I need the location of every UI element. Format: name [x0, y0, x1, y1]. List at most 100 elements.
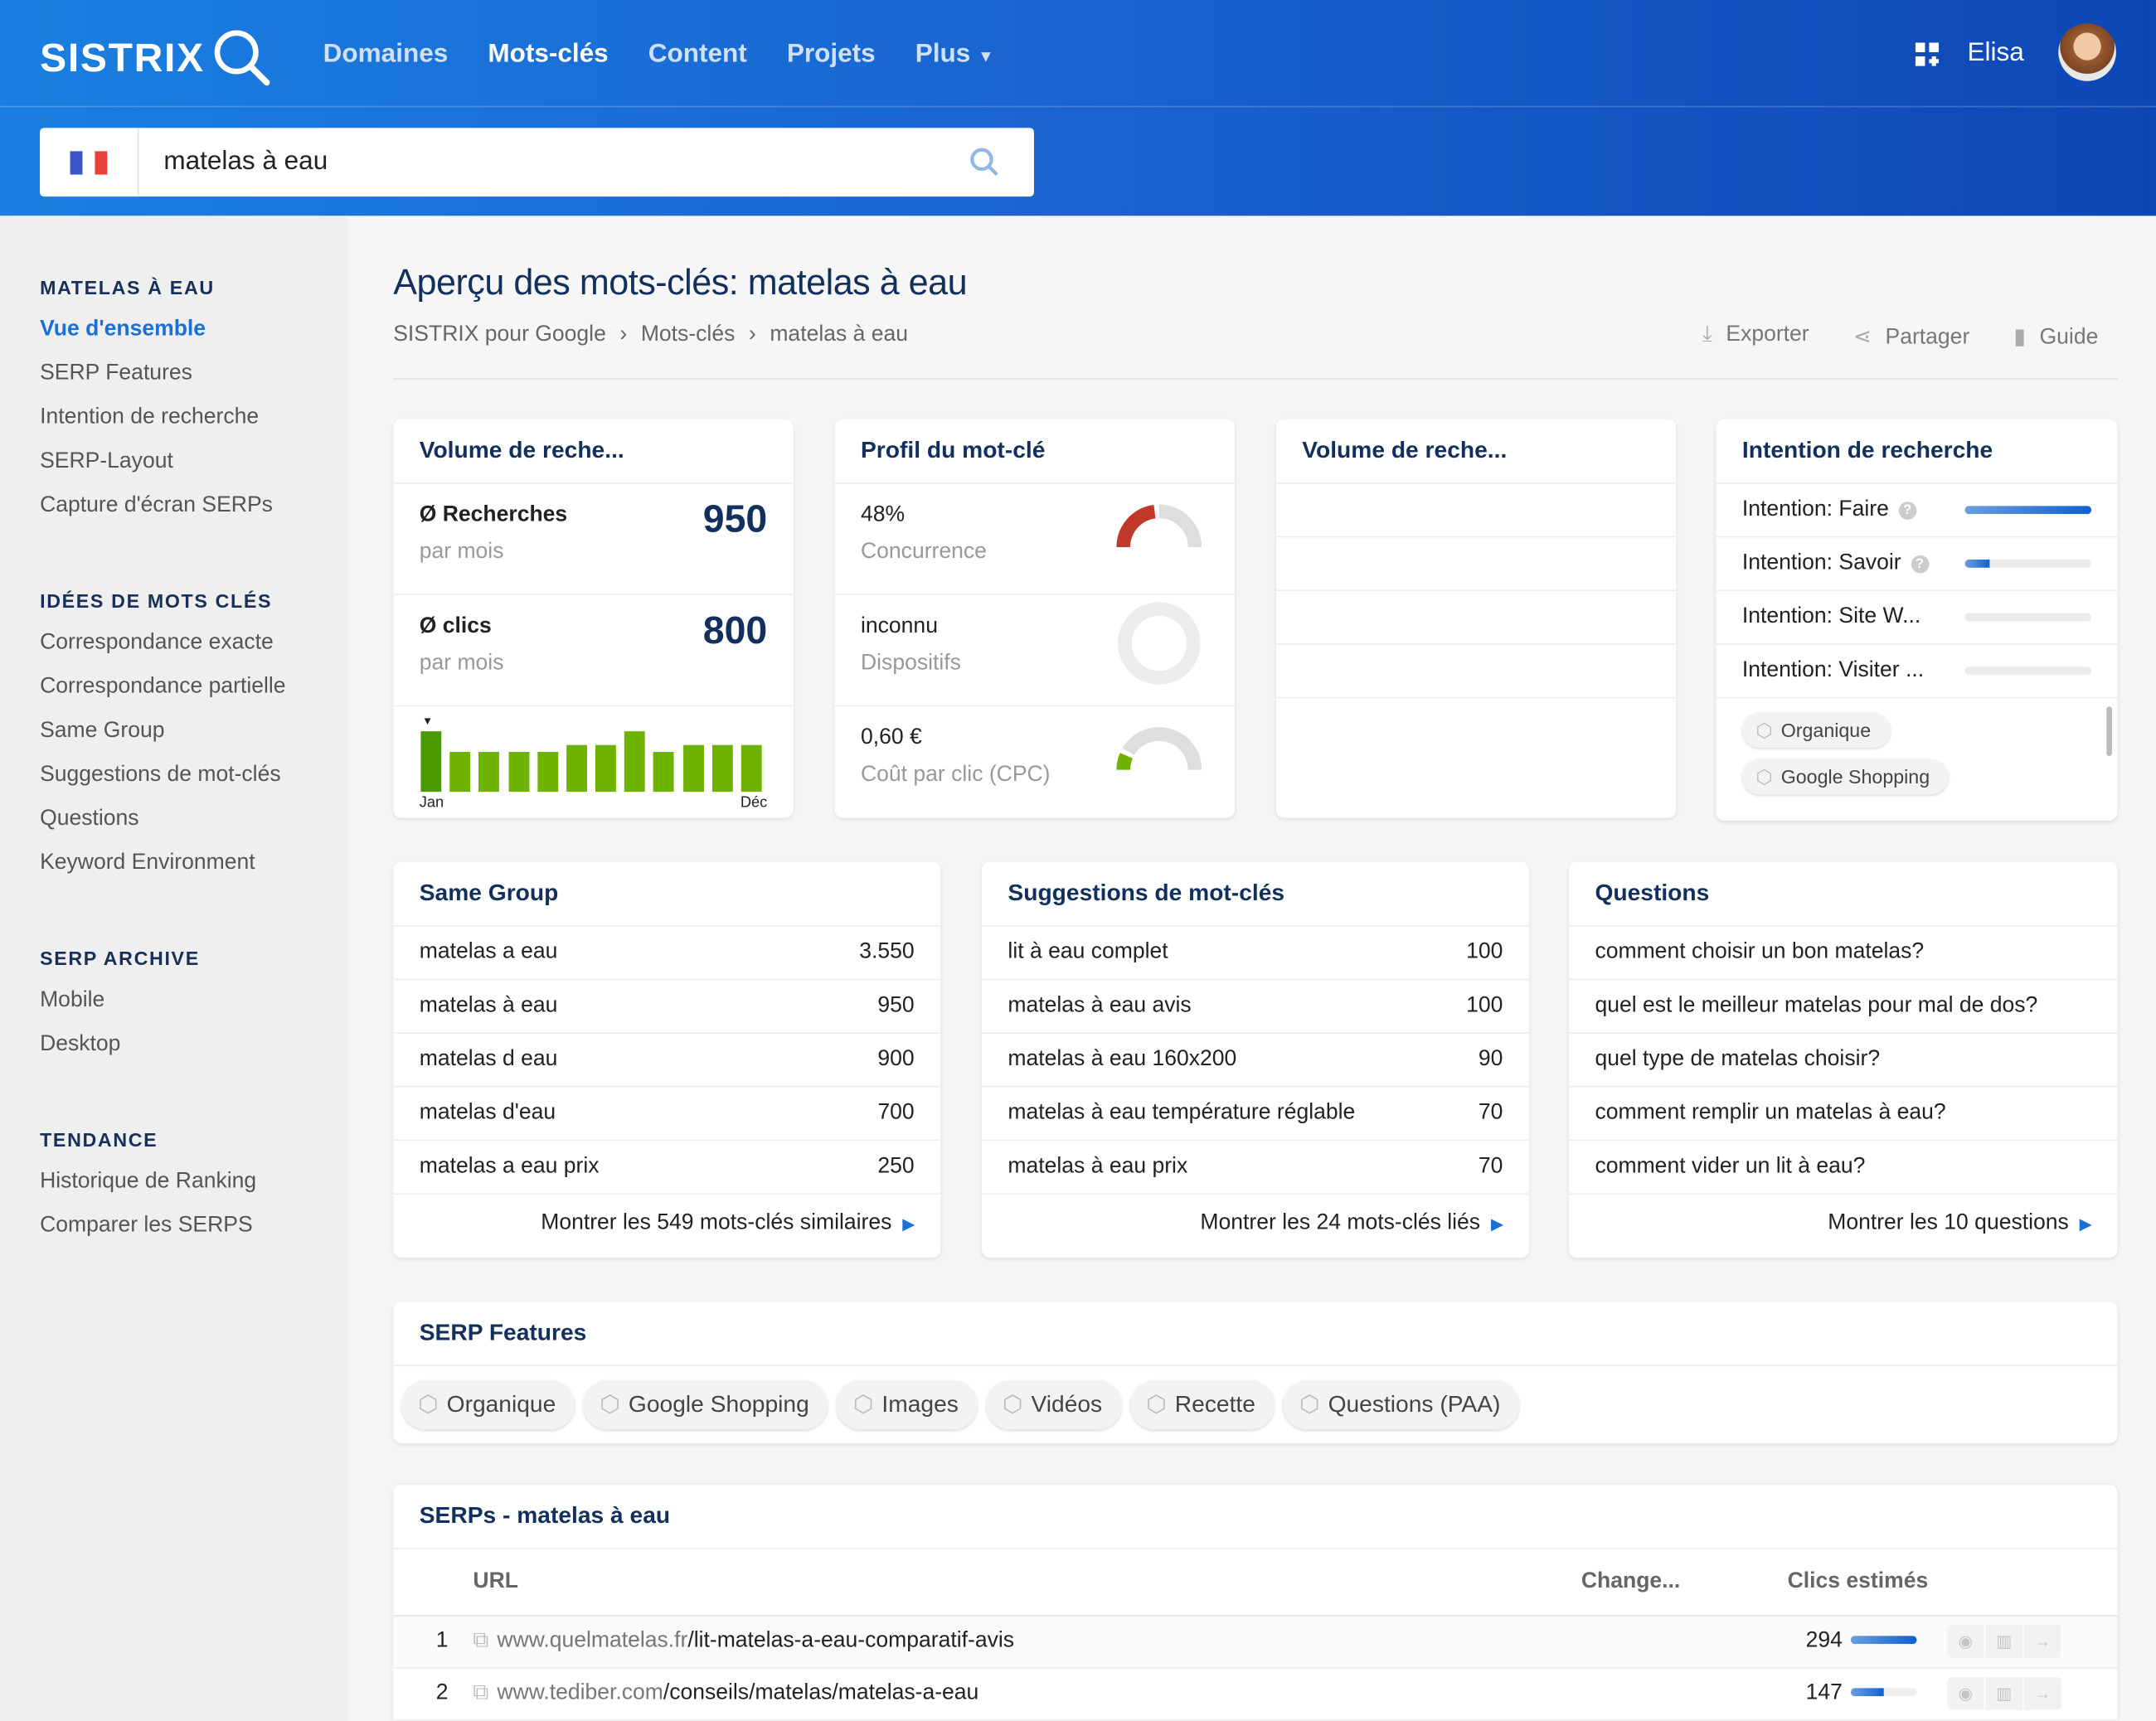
- eye-icon[interactable]: ◉: [1947, 1676, 1986, 1710]
- sidebar-item-keyword-environment[interactable]: Keyword Environment: [40, 851, 347, 875]
- sidebar-item-capture[interactable]: Capture d'écran SERPs: [40, 493, 347, 518]
- chart-icon[interactable]: ▥: [1985, 1676, 2024, 1710]
- list-item[interactable]: matelas a eau 3.550: [393, 927, 941, 981]
- list-item[interactable]: matelas d eau 900: [393, 1034, 941, 1088]
- month-bar[interactable]: [449, 751, 471, 793]
- chart-icon[interactable]: ▥: [1985, 1624, 2024, 1658]
- sidebar-item-historique[interactable]: Historique de Ranking: [40, 1170, 347, 1195]
- list-item[interactable]: comment choisir un bon matelas?: [1568, 927, 2118, 981]
- list-item[interactable]: lit à eau complet 100: [981, 927, 1529, 981]
- show-related-link[interactable]: Montrer les 24 mots-clés liés ▶: [982, 1195, 1529, 1253]
- list-item[interactable]: matelas à eau avis 100: [981, 980, 1529, 1034]
- caret-right-icon: ▶: [902, 1216, 915, 1234]
- serps-table: URL Change... Clics estimés 1 ⧉ www.quelmate…: [393, 1549, 2118, 1721]
- list-item[interactable]: comment remplir un matelas à eau?: [1568, 1088, 2118, 1142]
- eye-icon[interactable]: ◉: [1947, 1624, 1986, 1658]
- search-icon[interactable]: [968, 146, 1001, 179]
- sidebar-item-mobile[interactable]: Mobile: [40, 988, 347, 1013]
- list-item[interactable]: quel type de matelas choisir?: [1568, 1034, 2118, 1088]
- sidebar-item-intention[interactable]: Intention de recherche: [40, 405, 347, 430]
- month-bar[interactable]: [537, 751, 558, 793]
- keyword: matelas d eau: [419, 1047, 558, 1071]
- sidebar-item-partielle[interactable]: Correspondance partielle: [40, 675, 347, 700]
- arrow-right-icon[interactable]: →: [2024, 1624, 2063, 1658]
- breadcrumb-item[interactable]: Mots-clés: [641, 323, 736, 348]
- card-title: Intention de recherche: [1716, 419, 2118, 484]
- sidebar-item-vue-ensemble[interactable]: Vue d'ensemble: [40, 318, 347, 342]
- month-bar[interactable]: [507, 751, 529, 793]
- nav-mots-cles[interactable]: Mots-clés: [488, 40, 608, 70]
- month-bar[interactable]: [420, 731, 442, 793]
- list-item[interactable]: matelas à eau 160x200 90: [981, 1034, 1529, 1088]
- serp-feature-tag[interactable]: ⬡ Questions (PAA): [1283, 1379, 1520, 1430]
- serp-feature-tag[interactable]: ⬡ Vidéos: [986, 1379, 1122, 1430]
- month-bar[interactable]: [566, 744, 588, 793]
- sidebar-item-exacte[interactable]: Correspondance exacte: [40, 631, 347, 656]
- sidebar-section: MATELAS À EAU Vue d'ensemble SERP Featur…: [0, 276, 348, 518]
- show-similar-link[interactable]: Montrer les 549 mots-clés similaires ▶: [393, 1195, 940, 1253]
- col-url[interactable]: URL: [473, 1549, 1581, 1617]
- sidebar-section: SERP ARCHIVE Mobile Desktop: [0, 947, 348, 1057]
- nav-plus[interactable]: Plus ▼: [915, 40, 994, 70]
- apps-grid-icon[interactable]: [1915, 42, 1940, 67]
- keyword-search-input[interactable]: [163, 147, 969, 177]
- sidebar-item-questions[interactable]: Questions: [40, 807, 347, 831]
- month-bar[interactable]: [682, 744, 704, 793]
- month-bar[interactable]: [595, 744, 617, 793]
- tag-icon: ⬡: [852, 1391, 874, 1418]
- keyword: matelas à eau prix: [1008, 1154, 1188, 1179]
- col-change[interactable]: Change...: [1581, 1549, 1788, 1617]
- show-questions-link[interactable]: Montrer les 10 questions ▶: [1569, 1195, 2118, 1253]
- nav-domaines[interactable]: Domaines: [323, 40, 449, 70]
- list-item[interactable]: matelas à eau température réglable 70: [981, 1088, 1529, 1142]
- monthly-chart[interactable]: ▼ Jan Déc: [393, 706, 794, 817]
- share-button[interactable]: ⋖ Partager: [1853, 323, 1970, 351]
- serp-feature-tag[interactable]: ⬡ Recette: [1129, 1379, 1275, 1430]
- avatar[interactable]: [2058, 23, 2116, 81]
- month-bar[interactable]: [741, 744, 762, 793]
- list-item[interactable]: matelas à eau 950: [393, 980, 941, 1034]
- devices-donut: [1118, 602, 1201, 685]
- nav-projets[interactable]: Projets: [787, 40, 876, 70]
- keyword: quel type de matelas choisir?: [1595, 1047, 1881, 1071]
- external-link-icon[interactable]: ⧉: [473, 1629, 488, 1652]
- sidebar-item-same-group[interactable]: Same Group: [40, 719, 347, 744]
- list-item[interactable]: comment vider un lit à eau?: [1568, 1141, 2118, 1195]
- result-url[interactable]: www.tediber.com/conseils/matelas/matelas…: [497, 1681, 978, 1704]
- sidebar-item-desktop[interactable]: Desktop: [40, 1032, 347, 1057]
- serp-feature-tag[interactable]: ⬡ Organique: [401, 1379, 575, 1430]
- serp-feature-tag[interactable]: ⬡ Google Shopping: [583, 1379, 828, 1430]
- intent-bar: [1964, 559, 2092, 568]
- guide-button[interactable]: ▮ Guide: [2013, 323, 2098, 351]
- list-item[interactable]: matelas à eau prix 70: [981, 1141, 1529, 1195]
- tag-organique[interactable]: ⬡ Organique: [1741, 711, 1891, 749]
- help-icon[interactable]: ?: [1898, 501, 1917, 519]
- help-icon[interactable]: ?: [1911, 555, 1929, 573]
- list-item[interactable]: matelas a eau prix 250: [393, 1141, 941, 1195]
- external-link-icon[interactable]: ⧉: [473, 1681, 488, 1704]
- scrollbar[interactable]: [2106, 706, 2112, 756]
- list-item[interactable]: quel est le meilleur matelas pour mal de…: [1568, 980, 2118, 1034]
- result-url[interactable]: www.quelmatelas.fr/lit-matelas-a-eau-com…: [497, 1629, 1014, 1652]
- tag-google-shopping[interactable]: ⬡ Google Shopping: [1741, 759, 1950, 795]
- arrow-right-icon[interactable]: →: [2024, 1676, 2063, 1710]
- country-flag-france[interactable]: [40, 128, 139, 197]
- month-bar[interactable]: [711, 744, 733, 793]
- nav-content[interactable]: Content: [648, 40, 747, 70]
- breadcrumb-item[interactable]: SISTRIX pour Google: [393, 323, 606, 348]
- list-item[interactable]: matelas d'eau 700: [393, 1088, 941, 1142]
- intent-row: Intention: Visiter ...: [1716, 645, 2118, 699]
- sidebar-item-suggestions[interactable]: Suggestions de mot-clés: [40, 763, 347, 788]
- sistrix-logo[interactable]: SISTRIX: [40, 27, 272, 88]
- serp-feature-tag[interactable]: ⬡ Images: [836, 1379, 978, 1430]
- sidebar-item-comparer[interactable]: Comparer les SERPS: [40, 1214, 347, 1239]
- month-bar[interactable]: [624, 731, 646, 793]
- sidebar-item-serp-features[interactable]: SERP Features: [40, 361, 347, 386]
- card-title: Same Group: [393, 862, 941, 927]
- user-name[interactable]: Elisa: [1968, 38, 2024, 68]
- export-button[interactable]: ⤓ Exporter: [1702, 323, 1809, 351]
- month-bar[interactable]: [653, 751, 675, 793]
- month-bar[interactable]: [478, 751, 500, 793]
- sidebar-item-serp-layout[interactable]: SERP-Layout: [40, 449, 347, 474]
- col-clicks[interactable]: Clics estimés: [1787, 1549, 2118, 1617]
